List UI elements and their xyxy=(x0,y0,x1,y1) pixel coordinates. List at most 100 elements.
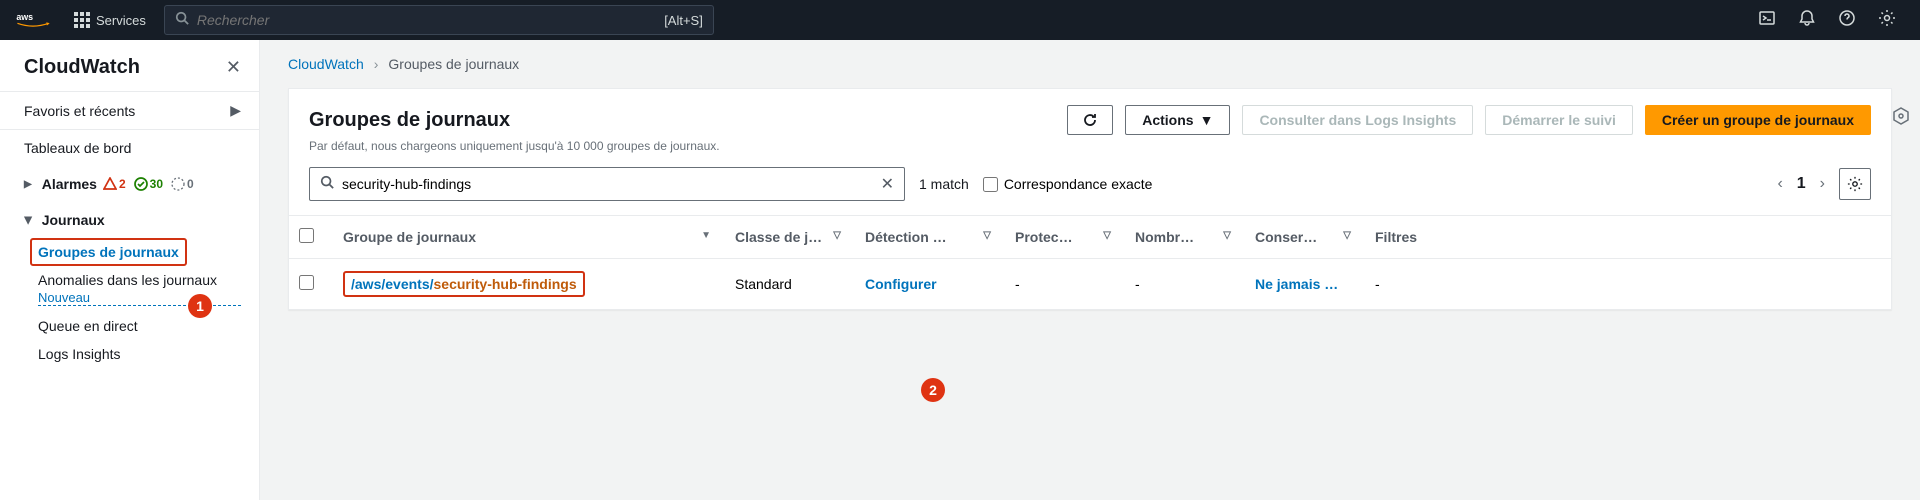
cell-retention-link[interactable]: Ne jamais … xyxy=(1255,276,1338,292)
settings-icon[interactable] xyxy=(1878,9,1896,32)
sidebar-title: CloudWatch xyxy=(24,56,226,79)
callout-badge-1: 1 xyxy=(188,294,212,318)
log-group-prefix: /aws/events/ xyxy=(351,276,434,292)
match-count: 1 match xyxy=(919,176,969,192)
cell-filters: - xyxy=(1365,259,1891,310)
services-label: Services xyxy=(96,13,146,28)
help-icon[interactable] xyxy=(1838,9,1856,32)
create-log-group-button[interactable]: Créer un groupe de journaux xyxy=(1645,105,1871,135)
view-insights-button: Consulter dans Logs Insights xyxy=(1242,105,1473,135)
sidebar-favorites[interactable]: Favoris et récents ▶ xyxy=(0,92,259,129)
search-icon xyxy=(320,175,334,194)
sidebar-logs[interactable]: ▶ Journaux xyxy=(0,202,259,238)
row-checkbox[interactable] xyxy=(299,275,314,290)
grid-icon xyxy=(74,12,90,28)
cloudshell-icon[interactable] xyxy=(1758,9,1776,32)
logs-label: Journaux xyxy=(42,212,105,228)
col-protection[interactable]: Protec… xyxy=(1015,229,1073,245)
log-group-link[interactable]: /aws/events/security-hub-findings xyxy=(343,271,585,297)
panel-title: Groupes de journaux xyxy=(309,109,1055,132)
alarm-badge-red: 2 xyxy=(103,177,126,191)
sidebar-logs-insights[interactable]: Logs Insights xyxy=(0,340,259,368)
actions-label: Actions xyxy=(1142,112,1193,128)
page-number: 1 xyxy=(1797,175,1806,193)
col-retention[interactable]: Conser… xyxy=(1255,229,1317,245)
exact-match-toggle[interactable]: Correspondance exacte xyxy=(983,176,1153,192)
alarms-label: Alarmes xyxy=(42,176,97,192)
col-filters[interactable]: Filtres xyxy=(1375,229,1417,245)
close-icon[interactable]: ✕ xyxy=(226,57,241,78)
sort-icon[interactable]: ▽ xyxy=(1103,230,1111,241)
svg-text:aws: aws xyxy=(16,12,33,22)
cell-class: Standard xyxy=(725,259,855,310)
alarm-badge-grey: 0 xyxy=(171,177,194,191)
callout-badge-2: 2 xyxy=(921,378,945,402)
sidebar: CloudWatch ✕ Favoris et récents ▶ Tablea… xyxy=(0,40,260,500)
col-count[interactable]: Nombr… xyxy=(1135,229,1194,245)
global-search[interactable]: [Alt+S] xyxy=(164,5,714,35)
breadcrumb-root[interactable]: CloudWatch xyxy=(288,56,364,72)
notifications-icon[interactable] xyxy=(1798,9,1816,32)
select-all-checkbox[interactable] xyxy=(299,228,314,243)
caret-down-icon: ▶ xyxy=(22,216,33,224)
clear-icon[interactable]: ✕ xyxy=(881,174,894,194)
sort-icon[interactable]: ▽ xyxy=(1343,230,1351,241)
log-group-match: security-hub-findings xyxy=(434,276,577,292)
content-area: CloudWatch › Groupes de journaux Groupes… xyxy=(260,40,1920,500)
sidebar-log-anomalies[interactable]: Anomalies dans les journaux Nouveau xyxy=(0,266,259,312)
sidebar-dashboards[interactable]: Tableaux de bord xyxy=(0,130,259,166)
cell-protection: - xyxy=(1005,259,1125,310)
cell-detection-link[interactable]: Configurer xyxy=(865,276,937,292)
insights-label: Consulter dans Logs Insights xyxy=(1259,112,1456,128)
next-page-icon[interactable]: › xyxy=(1820,175,1825,193)
hex-icon[interactable] xyxy=(1890,106,1912,133)
sort-icon[interactable]: ▽ xyxy=(1223,230,1231,241)
log-group-filter[interactable]: ✕ xyxy=(309,167,905,201)
col-detection[interactable]: Détection … xyxy=(865,229,947,245)
table-settings-button[interactable] xyxy=(1839,168,1871,200)
alarm-badge-green: 30 xyxy=(134,177,163,191)
table-row: /aws/events/security-hub-findings Standa… xyxy=(289,259,1891,310)
sort-icon[interactable]: ▽ xyxy=(983,230,991,241)
search-shortcut: [Alt+S] xyxy=(664,13,703,28)
pager: ‹ 1 › xyxy=(1777,168,1871,200)
services-menu-button[interactable]: Services xyxy=(64,12,156,28)
filter-row: ✕ 1 match Correspondance exacte ‹ 1 › xyxy=(289,167,1891,215)
search-icon xyxy=(175,11,189,30)
sort-icon[interactable]: ▼ xyxy=(701,230,711,241)
start-tail-label: Démarrer le suivi xyxy=(1502,112,1616,128)
aws-logo[interactable]: aws xyxy=(16,10,50,30)
top-nav: aws Services [Alt+S] xyxy=(0,0,1920,40)
sidebar-live-tail[interactable]: Queue en direct xyxy=(0,312,259,340)
favorites-label: Favoris et récents xyxy=(24,103,135,119)
sidebar-header: CloudWatch ✕ xyxy=(0,40,259,91)
breadcrumb-current: Groupes de journaux xyxy=(388,56,519,72)
panel-header: Groupes de journaux Actions ▼ Consulter d… xyxy=(289,89,1891,139)
start-tail-button: Démarrer le suivi xyxy=(1485,105,1633,135)
sort-icon[interactable]: ▽ xyxy=(833,230,841,241)
topnav-right xyxy=(1758,9,1904,32)
alarm-badges: 2 30 0 xyxy=(103,177,194,191)
caret-right-icon: ▶ xyxy=(24,179,32,190)
chevron-right-icon: › xyxy=(374,56,379,72)
cell-count: - xyxy=(1125,259,1245,310)
global-search-input[interactable] xyxy=(197,12,664,28)
chevron-right-icon: ▶ xyxy=(230,102,241,119)
log-groups-panel: Groupes de journaux Actions ▼ Consulter d… xyxy=(288,88,1892,310)
caret-down-icon: ▼ xyxy=(1200,112,1214,128)
filter-input[interactable] xyxy=(342,176,881,192)
exact-match-checkbox[interactable] xyxy=(983,177,998,192)
log-groups-table: Groupe de journaux ▼ Classe de j… ▽ Détect… xyxy=(289,215,1891,309)
col-loggroup[interactable]: Groupe de journaux xyxy=(343,229,476,245)
dashboards-label: Tableaux de bord xyxy=(24,140,131,156)
sidebar-log-groups[interactable]: Groupes de journaux xyxy=(30,238,187,266)
refresh-button[interactable] xyxy=(1067,105,1113,135)
prev-page-icon[interactable]: ‹ xyxy=(1777,175,1782,193)
anomalies-label: Anomalies dans les journaux xyxy=(38,272,217,288)
table-header-row: Groupe de journaux ▼ Classe de j… ▽ Détect… xyxy=(289,216,1891,259)
create-label: Créer un groupe de journaux xyxy=(1662,112,1854,128)
actions-button[interactable]: Actions ▼ xyxy=(1125,105,1230,135)
sidebar-alarms[interactable]: ▶ Alarmes 2 30 0 xyxy=(0,166,259,202)
col-class[interactable]: Classe de j… xyxy=(735,229,822,245)
breadcrumb: CloudWatch › Groupes de journaux xyxy=(260,40,1920,80)
